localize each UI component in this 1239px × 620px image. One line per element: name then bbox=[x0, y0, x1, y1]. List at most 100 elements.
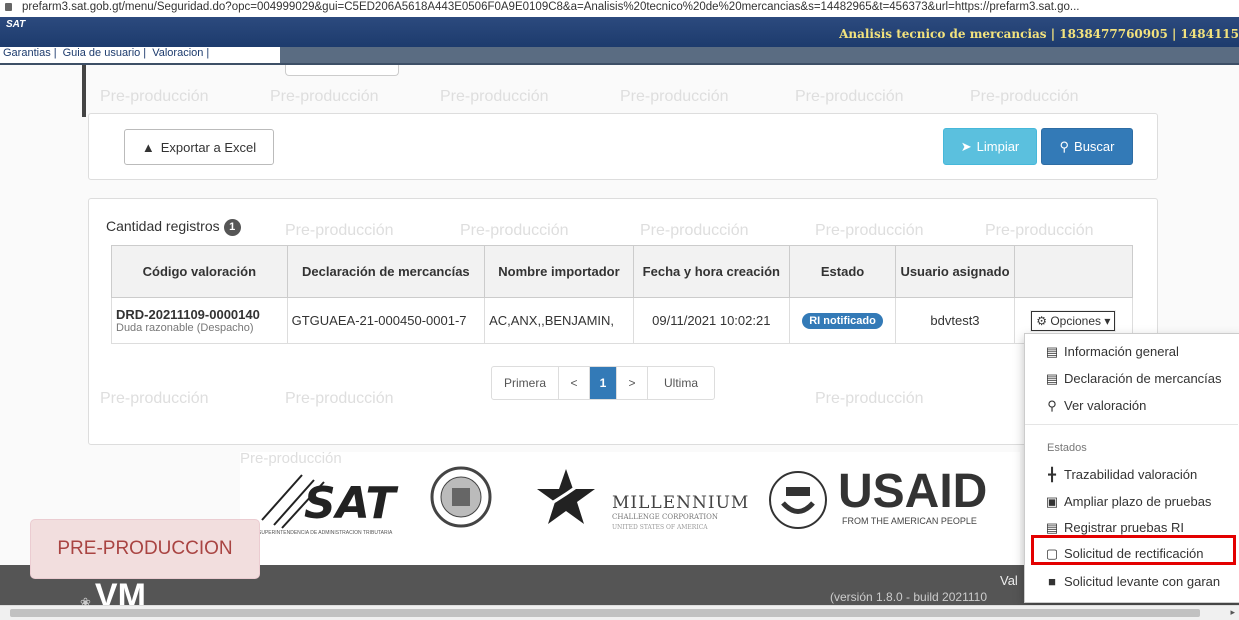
cell-estado: RI notificado bbox=[788, 297, 897, 344]
col-acciones bbox=[1013, 245, 1134, 298]
app-header: SAT Analisis tecnico de mercancias | 183… bbox=[0, 17, 1239, 47]
sat-logo-text: SAT bbox=[304, 478, 396, 529]
cell-usuario: bdvtest3 bbox=[895, 297, 1015, 344]
scrollbar-thumb[interactable] bbox=[10, 609, 1200, 617]
header-brand: SAT bbox=[6, 19, 26, 30]
record-count-badge: 1 bbox=[223, 218, 241, 236]
search-label: Buscar bbox=[1074, 139, 1115, 154]
record-count: Cantidad registros 1 bbox=[106, 218, 241, 236]
vm-logo-mark: ❀ bbox=[80, 595, 91, 605]
watermark: Pre-producción bbox=[240, 450, 342, 467]
export-excel-button[interactable]: ▲ Exportar a Excel bbox=[124, 129, 274, 165]
footer-version: (versión 1.8.0 - build 2021110 bbox=[830, 590, 987, 604]
cell-importador: AC,ANX,,BENJAMIN, bbox=[484, 297, 634, 344]
scroll-edge bbox=[82, 65, 86, 117]
menu-item-solicitud-levante[interactable]: ■ Solicitud levante con garan bbox=[1045, 574, 1220, 589]
opciones-button[interactable]: ⚙ Opciones ▾ bbox=[1031, 310, 1116, 331]
lock-icon bbox=[5, 3, 12, 11]
menu-section-estados: Estados bbox=[1047, 442, 1087, 454]
col-estado: Estado bbox=[788, 245, 897, 298]
millennium-logo-text: MILLENNIUM bbox=[612, 493, 750, 513]
watermark: Pre-producción bbox=[620, 88, 729, 105]
scroll-right-icon[interactable]: ▸ bbox=[1230, 607, 1235, 618]
top-menu: Garantias | Guia de usuario | Valoracion | bbox=[0, 47, 280, 63]
vm-logo: ❀ VM bbox=[80, 575, 146, 605]
col-importador: Nombre importador bbox=[484, 245, 634, 298]
table-header-row: Código valoración Declaración de mercanc… bbox=[111, 245, 1134, 298]
header-title: Analisis tecnico de mercancias | 1838477… bbox=[839, 27, 1239, 41]
cut-off-button[interactable] bbox=[285, 65, 399, 76]
tipo-valoracion: Duda razonable (Despacho) bbox=[116, 322, 254, 334]
sat-logo-sub: SUPERINTENDENCIA DE ADMINISTRACION TRIBU… bbox=[258, 530, 393, 536]
codigo-valoracion: DRD-20211109-0000140 bbox=[116, 307, 260, 322]
file-filled-icon: ■ bbox=[1048, 574, 1056, 589]
menu-item-label: Ver valoración bbox=[1064, 398, 1147, 413]
clear-button[interactable]: ➤ Limpiar bbox=[943, 128, 1037, 165]
watermark: Pre-producción bbox=[640, 222, 749, 239]
record-count-label: Cantidad registros bbox=[106, 218, 220, 234]
calendar-plus-icon: ▣ bbox=[1045, 494, 1059, 509]
pre-produccion-badge: PRE-PRODUCCION bbox=[30, 519, 260, 579]
usaid-logo-sub: FROM THE AMERICAN PEOPLE bbox=[842, 516, 977, 526]
menu-item-registrar-pruebas[interactable]: ▤ Registrar pruebas RI bbox=[1045, 520, 1184, 536]
menu-item-ampliar-plazo[interactable]: ▣ Ampliar plazo de pruebas bbox=[1045, 494, 1212, 510]
menu-item-label: Solicitud levante con garan bbox=[1064, 574, 1221, 589]
watermark: Pre-producción bbox=[815, 222, 924, 239]
eraser-icon: ➤ bbox=[960, 138, 972, 154]
menu-item-declaracion[interactable]: ▤ Declaración de mercancías bbox=[1045, 371, 1222, 387]
highlight-box bbox=[1031, 535, 1236, 565]
menu-item-label: Registrar pruebas RI bbox=[1064, 520, 1184, 535]
menu-item-guia-usuario[interactable]: Guia de usuario bbox=[63, 47, 141, 59]
cell-fecha: 09/11/2021 10:02:21 bbox=[632, 297, 790, 344]
menu-item-informacion-general[interactable]: ▤ Información general bbox=[1045, 344, 1179, 360]
page-next[interactable]: > bbox=[617, 367, 648, 399]
page-prev[interactable]: < bbox=[559, 367, 590, 399]
watermark: Pre-producción bbox=[815, 390, 924, 407]
usaid-logo: USAID FROM THE AMERICAN PEOPLE bbox=[838, 468, 987, 527]
upload-icon: ▲ bbox=[141, 139, 155, 155]
watermark: Pre-producción bbox=[985, 222, 1094, 239]
menu-item-garantias[interactable]: Garantias bbox=[3, 47, 51, 59]
treasury-seal bbox=[430, 466, 492, 533]
export-excel-label: Exportar a Excel bbox=[160, 139, 257, 155]
list-icon: ▤ bbox=[1045, 371, 1059, 386]
col-fecha: Fecha y hora creación bbox=[632, 245, 790, 298]
address-bar[interactable]: prefarm3.sat.gob.gt/menu/Seguridad.do?op… bbox=[0, 0, 1239, 18]
cell-declaracion: GTGUAEA-21-000450-0001-7 bbox=[286, 297, 486, 344]
search-icon: ⚲ bbox=[1059, 138, 1070, 154]
vm-logo-text: VM bbox=[94, 577, 146, 605]
menu-item-label: Información general bbox=[1064, 344, 1179, 359]
menu-strip bbox=[280, 47, 1239, 63]
url-text: prefarm3.sat.gob.gt/menu/Seguridad.do?op… bbox=[22, 1, 1080, 13]
search-button[interactable]: ⚲ Buscar bbox=[1041, 128, 1133, 165]
col-usuario: Usuario asignado bbox=[895, 245, 1015, 298]
menu-item-trazabilidad[interactable]: ╋ Trazabilidad valoración bbox=[1045, 467, 1197, 483]
watermark: Pre-producción bbox=[270, 88, 379, 105]
clear-label: Limpiar bbox=[976, 139, 1020, 154]
cell-codigo: DRD-20211109-0000140 Duda razonable (Des… bbox=[111, 297, 288, 344]
millennium-logo: MILLENNIUM CHALLENGE CORPORATION UNITED … bbox=[612, 493, 749, 531]
page-first[interactable]: Primera bbox=[492, 367, 559, 399]
millennium-logo-sub2: UNITED STATES OF AMERICA bbox=[612, 524, 708, 531]
page-current[interactable]: 1 bbox=[590, 367, 617, 399]
tower-icon: ╋ bbox=[1048, 467, 1056, 482]
col-declaracion: Declaración de mercancías bbox=[286, 245, 486, 298]
cogs-icon: ⚙ bbox=[1036, 313, 1047, 328]
horizontal-scrollbar[interactable]: ▸ bbox=[0, 605, 1239, 620]
results-table: Código valoración Declaración de mercanc… bbox=[111, 245, 1134, 344]
status-badge: RI notificado bbox=[802, 313, 883, 329]
watermark: Pre-producción bbox=[440, 88, 549, 105]
page-last[interactable]: Ultima bbox=[648, 367, 714, 399]
menu-item-ver-valoracion[interactable]: ⚲ Ver valoración bbox=[1045, 398, 1146, 414]
pagination: Primera < 1 > Ultima bbox=[491, 366, 715, 400]
menu-item-label: Trazabilidad valoración bbox=[1064, 467, 1198, 482]
menu-item-valoracion[interactable]: Valoracion bbox=[152, 47, 203, 59]
watermark: Pre-producción bbox=[285, 222, 394, 239]
watermark: Pre-producción bbox=[460, 222, 569, 239]
caret-down-icon: ▾ bbox=[1104, 313, 1111, 328]
watermark: Pre-producción bbox=[285, 390, 394, 407]
millennium-logo-sub: CHALLENGE CORPORATION bbox=[612, 513, 719, 521]
menu-item-label: Ampliar plazo de pruebas bbox=[1064, 494, 1212, 509]
table-row: DRD-20211109-0000140 Duda razonable (Des… bbox=[111, 297, 1134, 344]
menu-divider bbox=[1025, 424, 1238, 425]
